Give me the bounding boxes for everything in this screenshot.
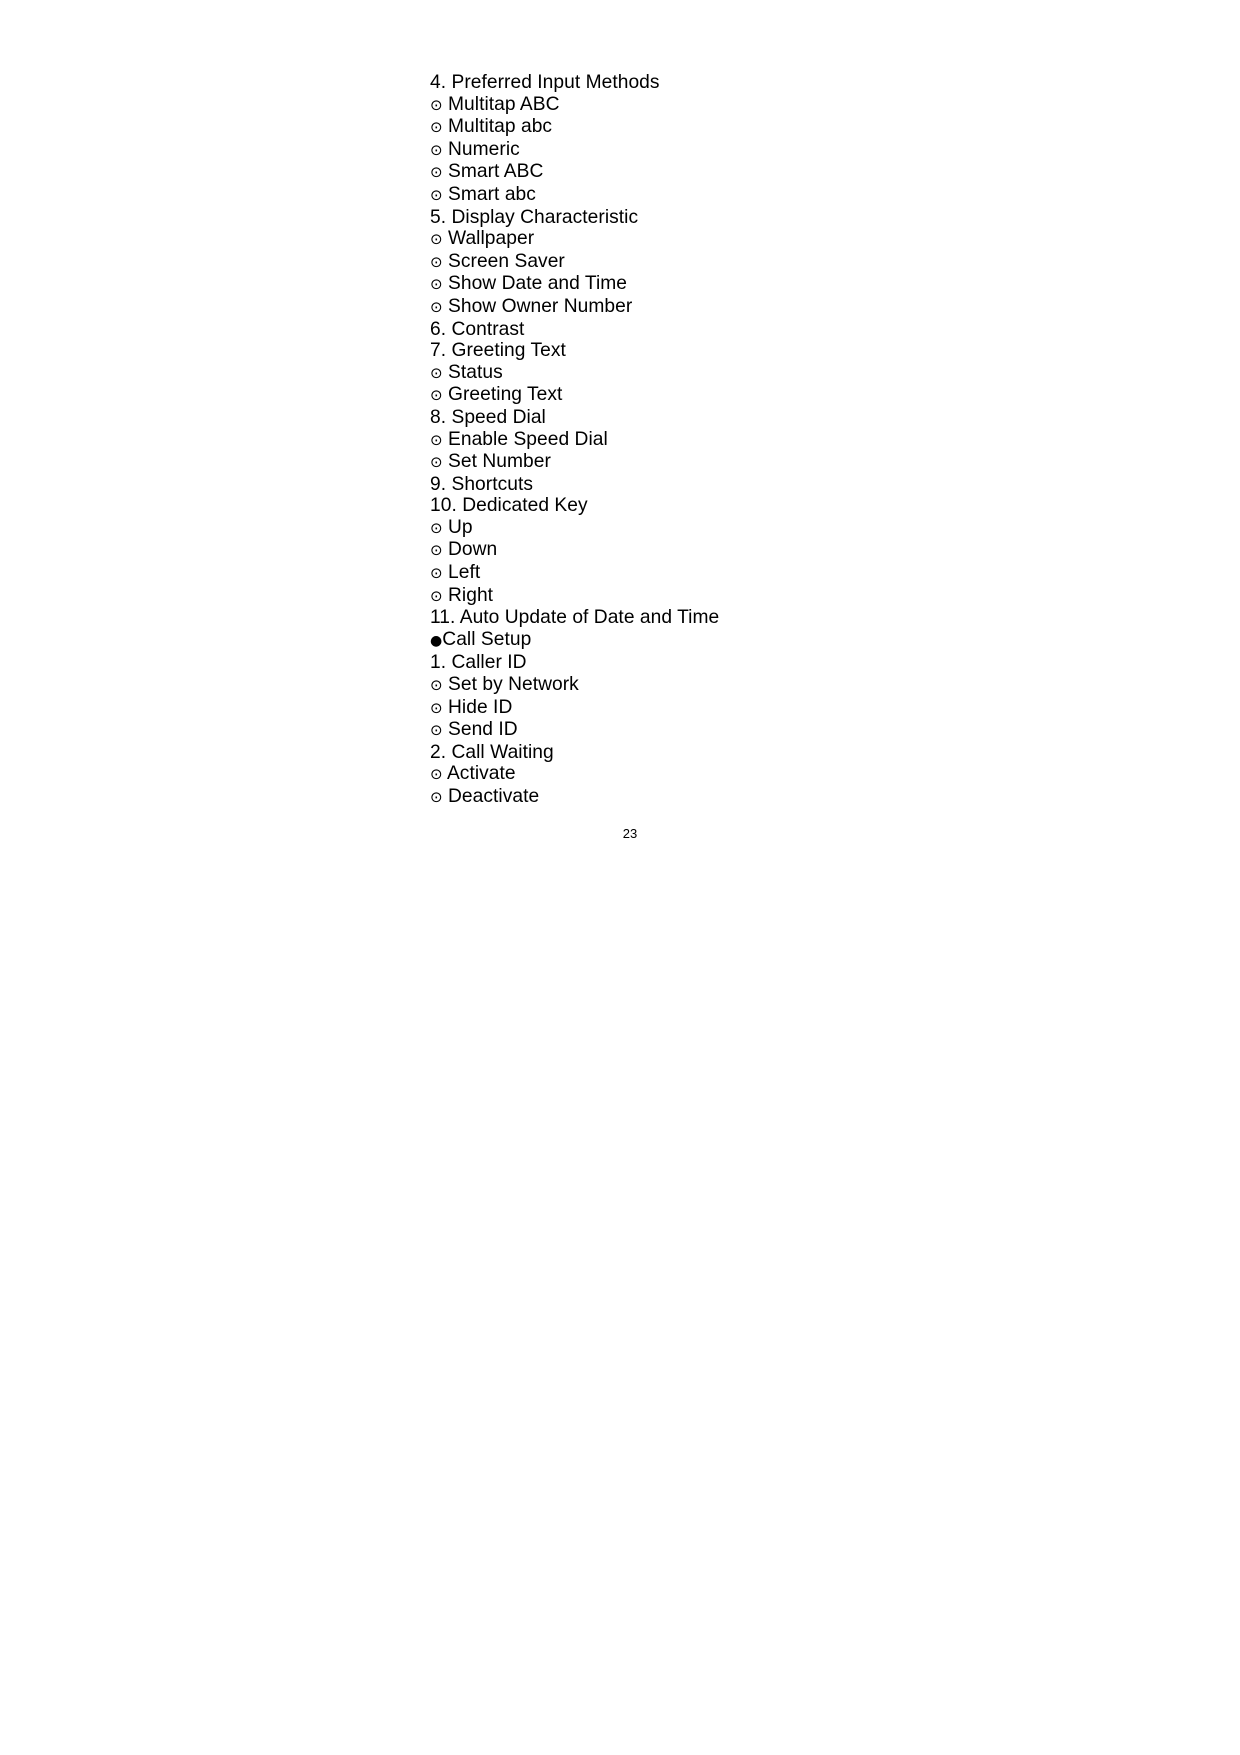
- list-item-label: Down: [448, 539, 498, 561]
- list-item: ⊙ Multitap ABC: [430, 94, 1150, 117]
- list-item-label: Set by Network: [448, 674, 579, 696]
- list-item-label: Multitap abc: [448, 116, 553, 138]
- dot-circle-bullet-icon: ⊙: [430, 363, 443, 382]
- list-item: 2. Call Waiting: [430, 742, 1150, 764]
- dot-circle-bullet-icon: ⊙: [430, 275, 443, 294]
- list-item: ⊙ Wallpaper: [430, 228, 1150, 251]
- dot-circle-bullet-icon: ⊙: [430, 386, 443, 405]
- document-page: 4. Preferred Input Methods ⊙ Multitap ABC…: [0, 0, 1240, 1755]
- list-item: 11. Auto Update of Date and Time: [430, 607, 1150, 629]
- list-item-label: Send ID: [448, 719, 518, 741]
- list-item: ⊙ Multitap abc: [430, 116, 1150, 139]
- list-item-label: Right: [448, 584, 494, 606]
- list-item-label: 5. Display Characteristic: [430, 206, 639, 228]
- list-item: ⊙ Activate: [430, 763, 1150, 786]
- list-item: ⊙ Set by Network: [430, 674, 1150, 697]
- page-number-value: 23: [622, 826, 638, 841]
- list-item-label: Wallpaper: [448, 228, 535, 250]
- dot-circle-bullet-icon: ⊙: [430, 95, 443, 114]
- dot-circle-bullet-icon: ⊙: [430, 252, 443, 271]
- list-item: ⊙ Enable Speed Dial: [430, 429, 1150, 452]
- list-item-label: 10. Dedicated Key: [430, 495, 588, 517]
- list-item: ⊙ Left: [430, 562, 1150, 585]
- list-item: ⊙ Set Number: [430, 451, 1150, 474]
- list-item: ⊙ Down: [430, 539, 1150, 562]
- list-item-label: Status: [448, 361, 503, 383]
- list-item: ⊙ Greeting Text: [430, 384, 1150, 407]
- list-item-label: 1. Caller ID: [430, 652, 527, 674]
- list-item-label: Activate: [446, 763, 516, 785]
- list-item: 6. Contrast: [430, 319, 1150, 341]
- list-item: 10. Dedicated Key: [430, 495, 1150, 517]
- list-item-label: Smart abc: [448, 183, 536, 205]
- list-item-label: 4. Preferred Input Methods: [430, 72, 660, 93]
- list-item: ●Call Setup: [430, 629, 1150, 653]
- dot-circle-bullet-icon: ⊙: [430, 676, 443, 695]
- list-item-label: Set Number: [448, 451, 551, 473]
- list-item: ⊙ Status: [430, 362, 1150, 385]
- list-item: 5. Display Characteristic: [430, 207, 1150, 229]
- list-item-label: 9. Shortcuts: [430, 473, 533, 495]
- list-item-label: Hide ID: [448, 696, 513, 718]
- dot-circle-bullet-icon: ⊙: [430, 518, 443, 537]
- dot-circle-bullet-icon: ⊙: [430, 140, 443, 159]
- list-item-label: Greeting Text: [448, 384, 563, 406]
- list-item-label: Left: [448, 562, 481, 584]
- list-item-label: Multitap ABC: [448, 93, 560, 115]
- dot-circle-bullet-icon: ⊙: [430, 118, 443, 137]
- list-item: ⊙ Smart abc: [430, 184, 1150, 207]
- list-item-label: Show Date and Time: [448, 273, 628, 295]
- dot-circle-bullet-icon: ⊙: [430, 586, 443, 605]
- list-item: ⊙ Deactivate: [430, 786, 1150, 809]
- dot-circle-bullet-icon: ⊙: [430, 564, 443, 583]
- list-item: ⊙ Screen Saver: [430, 251, 1150, 274]
- list-item-label: Smart ABC: [448, 161, 544, 183]
- list-item: ⊙ Right: [430, 585, 1150, 608]
- dot-circle-bullet-icon: ⊙: [430, 430, 443, 449]
- list-item: ⊙ Smart ABC: [430, 161, 1150, 184]
- list-item: 4. Preferred Input Methods: [430, 72, 1150, 94]
- list-item: 7. Greeting Text: [430, 340, 1150, 362]
- list-item-label: 7. Greeting Text: [430, 340, 566, 362]
- list-item: 1. Caller ID: [430, 652, 1150, 674]
- dot-circle-bullet-icon: ⊙: [430, 185, 443, 204]
- dot-circle-bullet-icon: ⊙: [430, 788, 443, 806]
- dot-circle-bullet-icon: ⊙: [430, 541, 443, 560]
- list-item: ⊙ Show Date and Time: [430, 273, 1150, 296]
- list-item-label: 8. Speed Dial: [430, 406, 546, 428]
- table-of-contents-list: 4. Preferred Input Methods ⊙ Multitap ABC…: [430, 72, 1150, 809]
- list-item-label: 2. Call Waiting: [430, 741, 554, 763]
- dot-circle-bullet-icon: ⊙: [430, 453, 443, 472]
- list-item: 9. Shortcuts: [430, 474, 1150, 496]
- list-item: 8. Speed Dial: [430, 407, 1150, 429]
- page-number-footer: 23: [0, 826, 1240, 842]
- dot-circle-bullet-icon: ⊙: [430, 163, 443, 182]
- list-item: ⊙ Send ID: [430, 719, 1150, 742]
- list-item-label: Screen Saver: [448, 250, 565, 272]
- list-item-label: Enable Speed Dial: [448, 428, 608, 450]
- list-item: ⊙ Show Owner Number: [430, 296, 1150, 319]
- dot-circle-bullet-icon: ⊙: [430, 297, 443, 316]
- filled-bullet-icon: ●: [430, 632, 443, 649]
- list-item-label: Call Setup: [442, 628, 532, 650]
- list-item: ⊙ Hide ID: [430, 697, 1150, 720]
- dot-circle-bullet-icon: ⊙: [430, 230, 443, 249]
- dot-circle-bullet-icon: ⊙: [430, 721, 443, 740]
- list-item-label: Up: [448, 516, 473, 538]
- list-item-label: Numeric: [448, 138, 520, 160]
- dot-circle-bullet-icon: ⊙: [430, 698, 443, 717]
- list-item-label: Deactivate: [448, 786, 540, 807]
- list-item: ⊙ Numeric: [430, 139, 1150, 162]
- list-item-label: 6. Contrast: [430, 318, 525, 340]
- list-item: ⊙ Up: [430, 517, 1150, 540]
- dot-circle-bullet-icon: ⊙: [430, 765, 443, 784]
- list-item-label: 11. Auto Update of Date and Time: [430, 607, 720, 629]
- list-item-label: Show Owner Number: [448, 295, 633, 317]
